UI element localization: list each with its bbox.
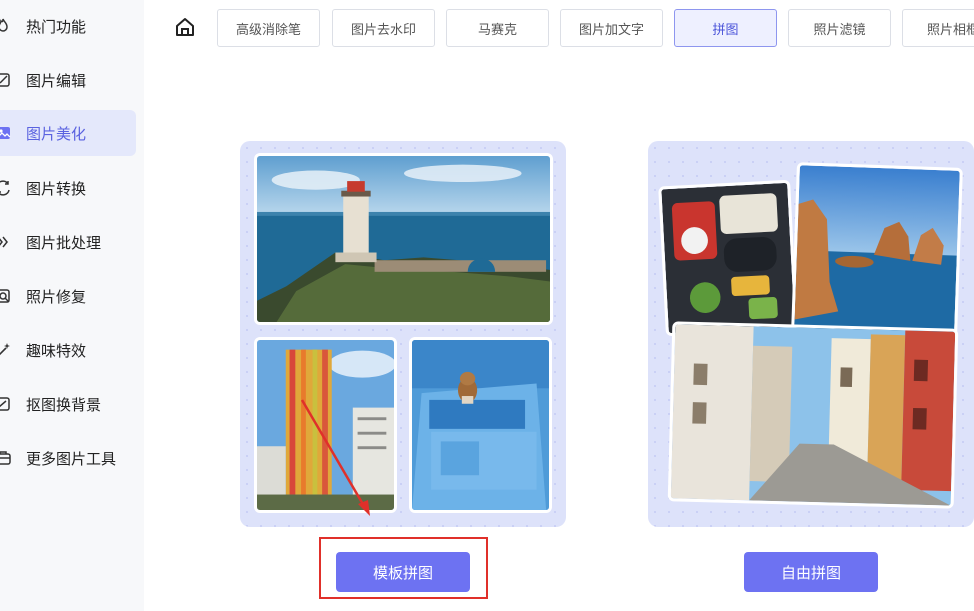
- sidebar-item-label: 图片编辑: [26, 71, 87, 90]
- home-button[interactable]: [172, 16, 198, 42]
- tab-advanced-eraser[interactable]: 高级消除笔: [217, 9, 320, 47]
- sidebar-item-label: 图片批处理: [26, 233, 102, 252]
- sea-rocks-photo: [791, 162, 963, 338]
- image-edit-icon: [0, 71, 12, 89]
- toolbox-icon: [0, 449, 12, 467]
- sidebar: 热门功能 图片编辑 图片美化 图片转换 图片批处理 照片修复 趣味特效 抠图换背…: [0, 0, 144, 611]
- convert-icon: [0, 179, 12, 197]
- tab-collage[interactable]: 拼图: [674, 9, 777, 47]
- cutout-icon: [0, 395, 12, 413]
- lighthouse-photo: [254, 153, 553, 325]
- tab-photo-filter[interactable]: 照片滤镜: [788, 9, 891, 47]
- magic-wand-icon: [0, 341, 12, 359]
- tab-add-text[interactable]: 图片加文字: [560, 9, 663, 47]
- sidebar-item-batch[interactable]: 图片批处理: [0, 219, 136, 265]
- annotation-highlight-box: [319, 537, 488, 599]
- batch-icon: [0, 233, 12, 251]
- sidebar-item-label: 抠图换背景: [26, 395, 102, 414]
- sidebar-item-fun-effects[interactable]: 趣味特效: [0, 327, 136, 373]
- blue-wall-dog-photo: [409, 337, 552, 513]
- street-photo: [667, 321, 959, 509]
- sidebar-item-image-beautify[interactable]: 图片美化: [0, 110, 136, 156]
- sidebar-item-image-convert[interactable]: 图片转换: [0, 165, 136, 211]
- template-collage-card[interactable]: [240, 141, 566, 527]
- home-icon: [174, 16, 196, 42]
- free-collage-button[interactable]: 自由拼图: [744, 552, 878, 592]
- sidebar-item-label: 更多图片工具: [26, 449, 117, 468]
- sidebar-item-photo-repair[interactable]: 照片修复: [0, 273, 136, 319]
- free-collage-card[interactable]: [648, 141, 974, 527]
- colorful-tower-photo: [254, 337, 397, 513]
- sidebar-item-image-edit[interactable]: 图片编辑: [0, 57, 136, 103]
- sidebar-item-label: 图片转换: [26, 179, 87, 198]
- sidebar-item-cutout[interactable]: 抠图换背景: [0, 381, 136, 427]
- sidebar-item-label: 趣味特效: [26, 341, 87, 360]
- image-beautify-icon: [0, 124, 12, 142]
- sidebar-item-more-tools[interactable]: 更多图片工具: [0, 435, 136, 481]
- tool-tabbar: 高级消除笔 图片去水印 马赛克 图片加文字 拼图 照片滤镜 照片相框: [0, 0, 974, 60]
- tab-photo-frame[interactable]: 照片相框: [902, 9, 974, 47]
- sidebar-item-label: 图片美化: [26, 124, 87, 143]
- photo-repair-icon: [0, 287, 12, 305]
- tab-remove-watermark[interactable]: 图片去水印: [332, 9, 435, 47]
- stickers-photo: [658, 179, 798, 337]
- tab-mosaic[interactable]: 马赛克: [446, 9, 549, 47]
- sidebar-item-label: 照片修复: [26, 287, 87, 306]
